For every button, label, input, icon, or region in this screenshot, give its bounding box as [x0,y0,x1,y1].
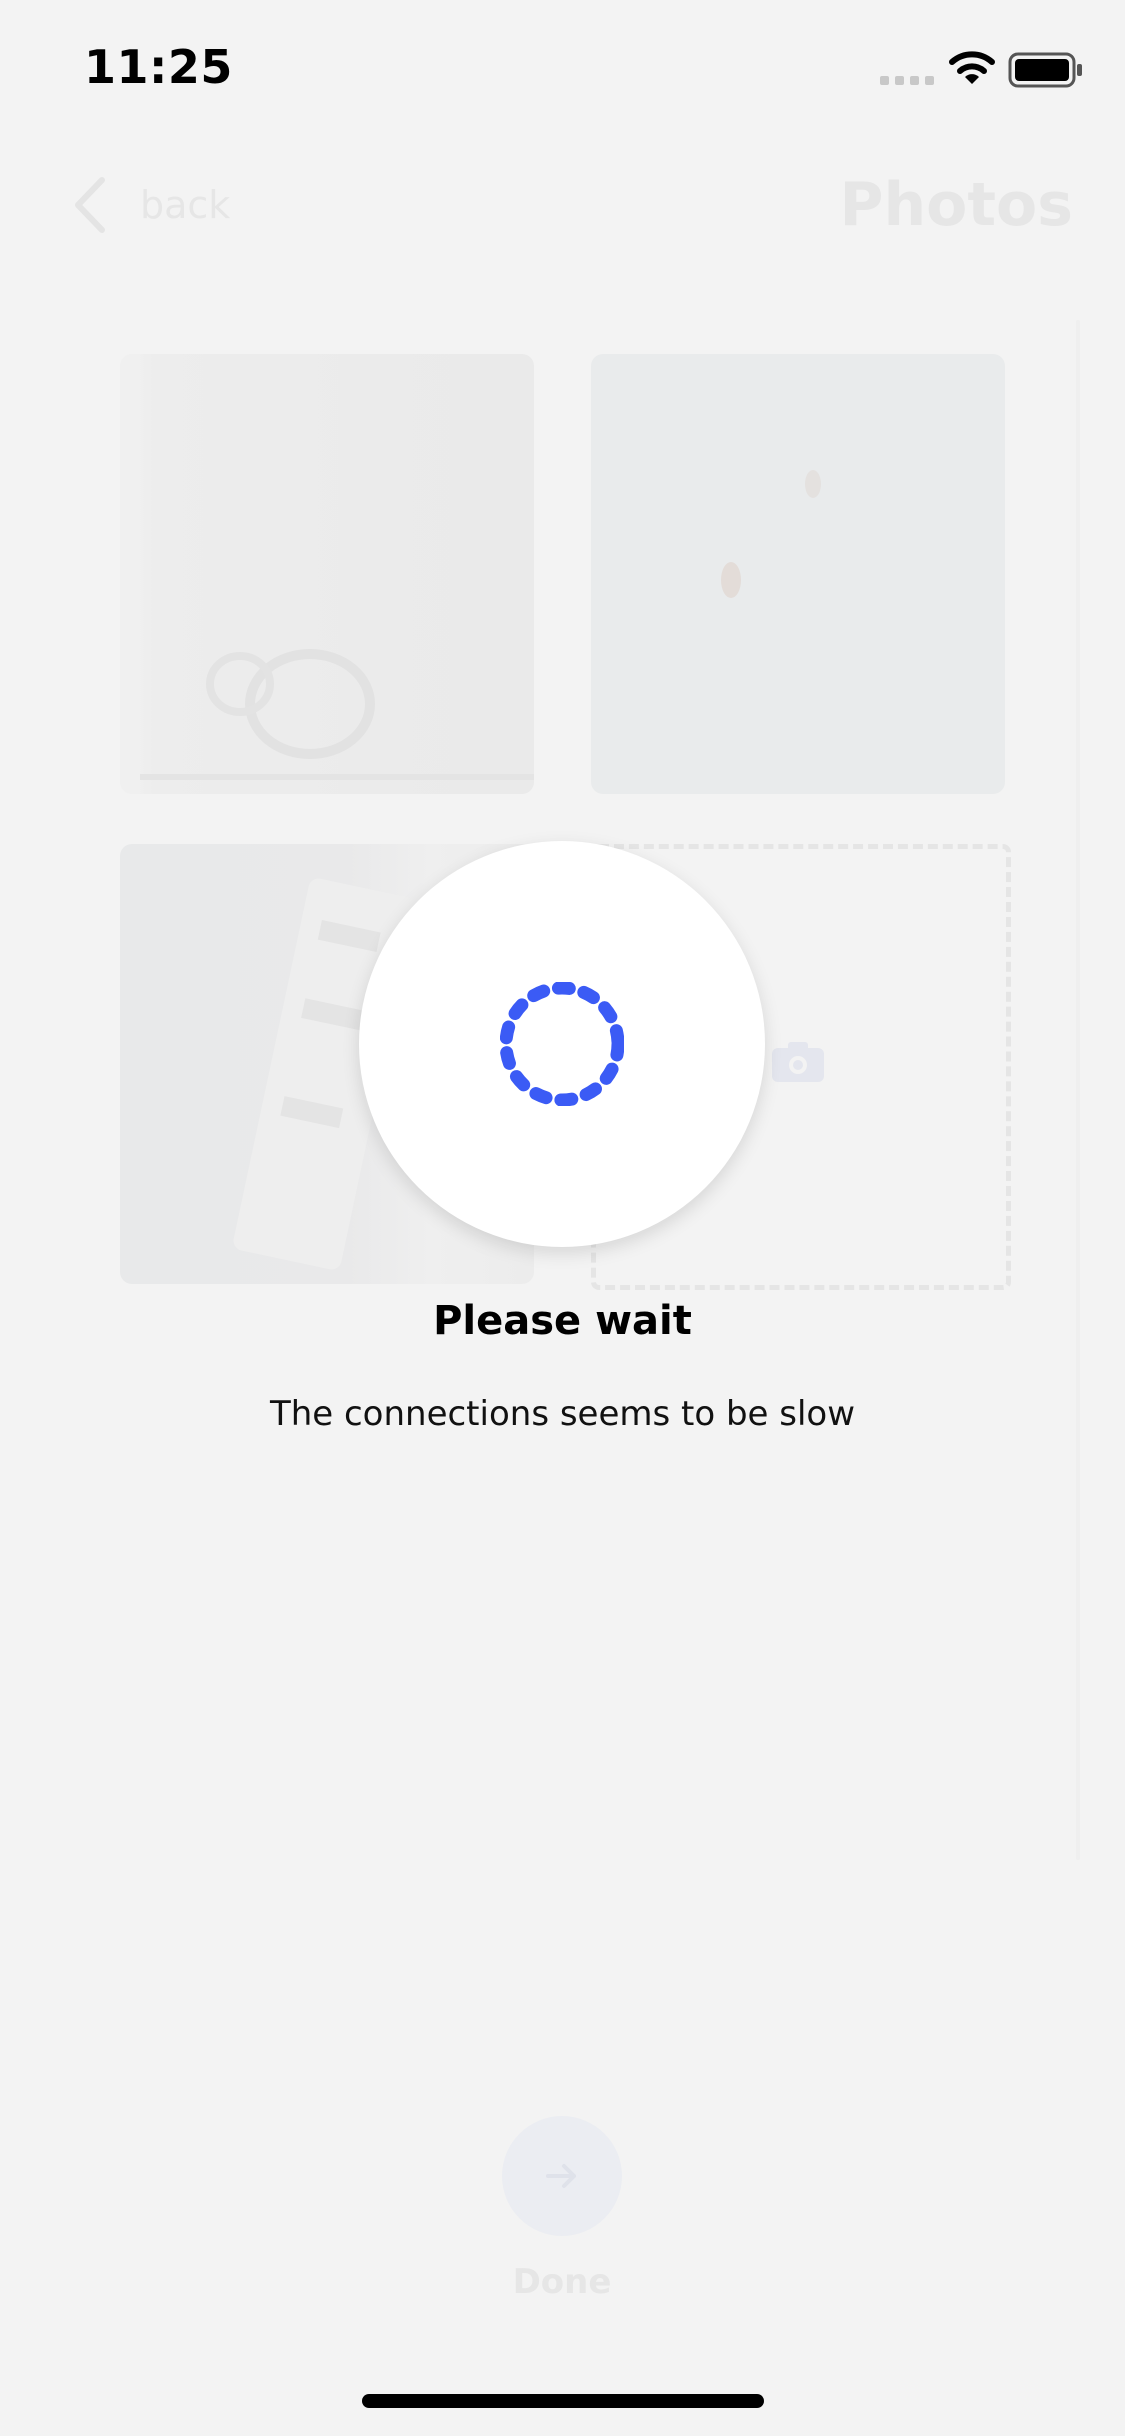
page-title: Photos [839,170,1073,240]
back-button[interactable]: back [70,172,230,238]
battery-icon [1008,52,1082,88]
signal-icon [880,76,934,85]
home-indicator[interactable] [362,2394,764,2408]
loading-message: The connections seems to be slow [269,1394,856,1434]
photo-tile-1[interactable] [120,354,534,794]
arrow-right-icon [546,2164,576,2188]
photo-2-image [721,470,821,598]
scroll-indicator [1076,320,1080,1860]
photo-tile-2[interactable] [591,354,1005,794]
screen: back Photos Done 11:25 Please wait The c… [0,0,1125,2436]
status-time: 11:25 [84,40,233,94]
photo-1-image [120,354,534,794]
spinner-icon [500,982,624,1106]
done-label: Done [512,2262,612,2302]
done-button[interactable] [502,2116,622,2236]
navigation-bar: back Photos [0,160,1125,250]
chevron-left-icon [75,177,105,233]
status-bar: 11:25 [0,0,1125,140]
loading-title: Please wait [433,1298,692,1344]
wifi-icon [949,51,995,84]
loading-indicator [359,841,765,1247]
camera-icon [772,1042,824,1082]
back-label: back [140,183,231,227]
